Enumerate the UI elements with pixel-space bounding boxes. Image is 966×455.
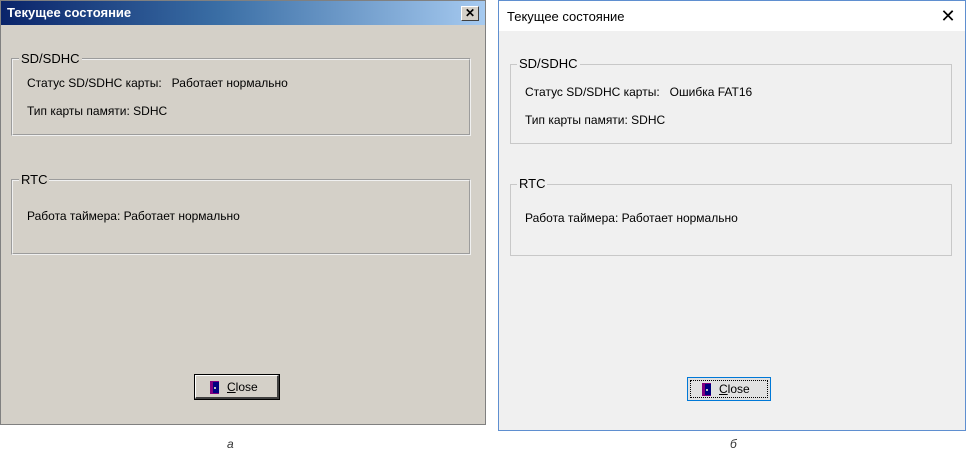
group-legend: RTC [19, 172, 50, 187]
window-title: Текущее состояние [507, 9, 625, 24]
close-window-button[interactable]: ✕ [461, 6, 479, 21]
card-type-text: Тип карты памяти: SDHC [525, 113, 666, 127]
close-button-label: Close [227, 380, 258, 394]
sd-sdhc-group: SD/SDHC Статус SD/SDHC карты: Работает но… [11, 51, 471, 136]
group-legend: RTC [517, 176, 548, 191]
timer-status-text: Работа таймера: Работает нормально [525, 211, 738, 225]
close-button-label: Close [719, 382, 750, 396]
figure-caption-a: а [227, 437, 234, 451]
sd-status-value: Работает нормально [171, 76, 288, 90]
window-title: Текущее состояние [7, 5, 132, 20]
title-bar[interactable]: Текущее состояние ✕ [499, 1, 965, 31]
close-button[interactable]: Close [194, 374, 280, 400]
card-type-text: Тип карты памяти: SDHC [27, 104, 168, 118]
close-button[interactable]: Close [687, 377, 771, 401]
timer-status-text: Работа таймера: Работает нормально [27, 209, 240, 223]
sd-sdhc-group: SD/SDHC Статус SD/SDHC карты: Ошибка FAT1… [510, 56, 952, 144]
rtc-group: RTC Работа таймера: Работает нормально [510, 176, 952, 256]
sd-status-label: Статус SD/SDHC карты: [27, 76, 162, 90]
close-window-button[interactable]: ✕ [937, 5, 959, 27]
figure-caption-b: б [730, 437, 737, 451]
sd-status-value: Ошибка FAT16 [669, 85, 753, 99]
dialog-current-status-b: Текущее состояние ✕ SD/SDHC Статус SD/SD… [498, 0, 966, 431]
door-icon [702, 382, 713, 396]
sd-status-row: Статус SD/SDHC карты: Ошибка FAT16 [525, 85, 752, 99]
sd-status-row: Статус SD/SDHC карты: Работает нормально [27, 76, 288, 90]
group-legend: SD/SDHC [19, 51, 82, 66]
door-icon [210, 380, 221, 394]
sd-status-label: Статус SD/SDHC карты: [525, 85, 660, 99]
dialog-current-status-a: Текущее состояние ✕ SD/SDHC Статус SD/SD… [0, 0, 486, 425]
group-legend: SD/SDHC [517, 56, 580, 71]
rtc-group: RTC Работа таймера: Работает нормально [11, 172, 471, 255]
title-bar[interactable]: Текущее состояние ✕ [1, 1, 485, 25]
